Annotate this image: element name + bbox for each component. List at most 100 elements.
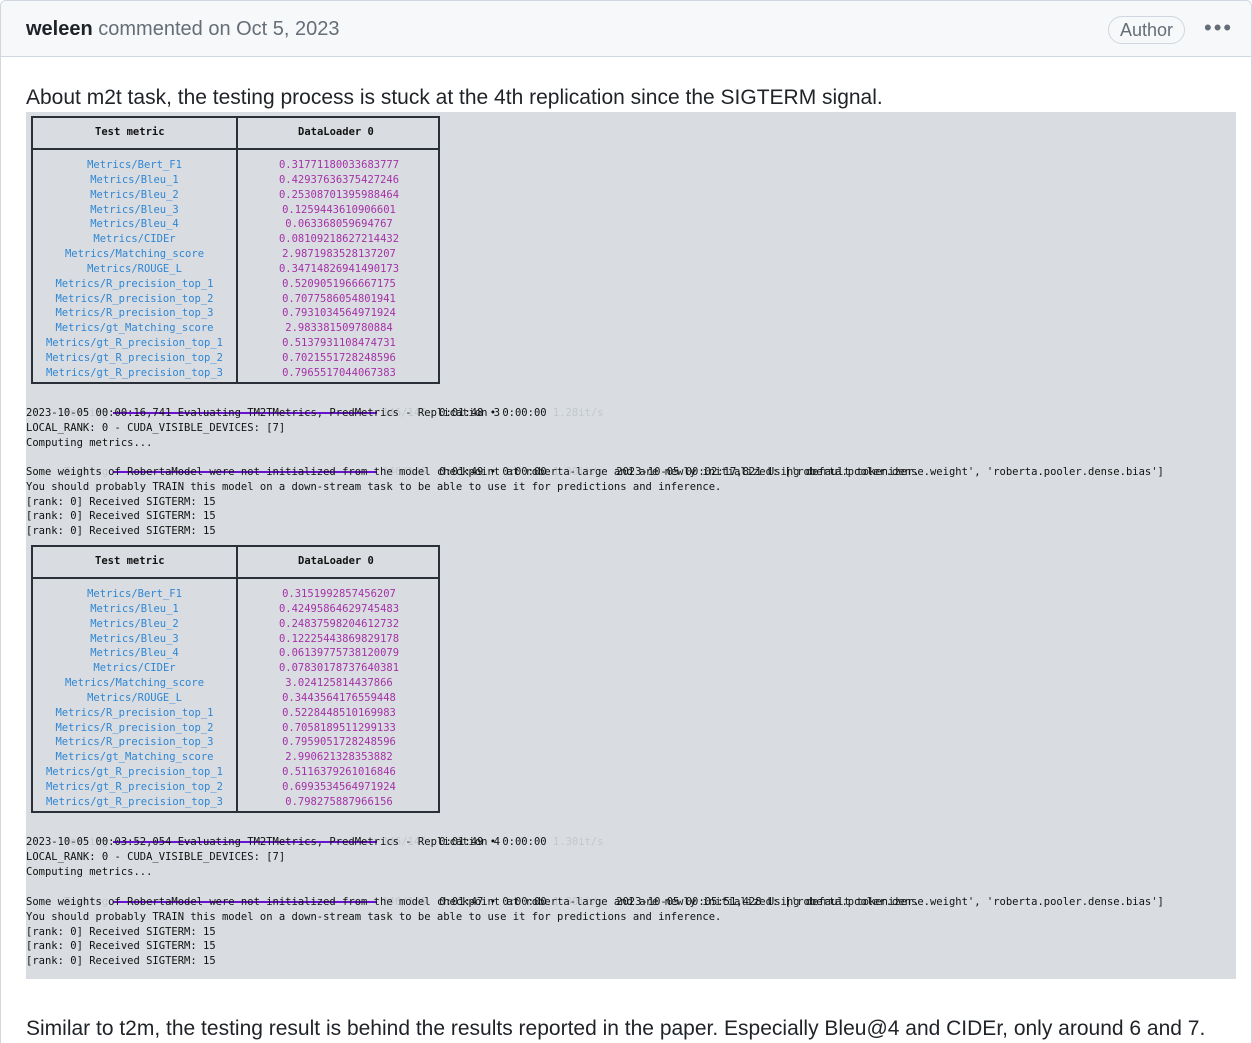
table-header: Test metric DataLoader 0	[33, 547, 438, 579]
comment-action: commented on	[98, 18, 231, 40]
log-lines: 2023-10-05 00:03:52,054 Evaluating TM2TM…	[26, 836, 501, 878]
table-row: Metrics/R_precision_top_3 0.7959051728248…	[33, 735, 438, 750]
table-row: Metrics/Bleu_4 0.063368059694767	[33, 217, 438, 232]
metric-name: Metrics/gt_R_precision_top_1	[45, 766, 223, 779]
metric-name: Metrics/R_precision_top_1	[55, 706, 214, 719]
metric-name: Metrics/gt_R_precision_top_3	[45, 795, 223, 808]
metric-value: 0.7077586054801941	[282, 292, 396, 305]
table-row: Metrics/gt_Matching_score 2.9833815097808…	[33, 321, 438, 336]
table-row: Metrics/Bleu_1 0.42495864629745483	[33, 602, 438, 617]
metric-value: 0.1259443610906601	[282, 203, 396, 216]
metric-name: Metrics/gt_Matching_score	[55, 322, 214, 335]
metrics-table-2: Test metric DataLoader 0 Metrics/Bert_F1…	[31, 545, 440, 813]
metric-value: 0.798275887966156	[285, 795, 393, 808]
metric-value: 0.12225443869829178	[278, 632, 400, 645]
metric-name: Metrics/Matching_score	[64, 248, 205, 261]
metric-value: 0.5228448510169983	[282, 706, 396, 719]
table-row: Metrics/gt_R_precision_top_2 0.6993534564…	[33, 780, 438, 795]
metric-value: 0.07830178737640381	[278, 662, 400, 675]
comment-meta: weleen commented on Oct 5, 2023	[26, 17, 340, 41]
col-header-dataloader: DataLoader 0	[298, 126, 374, 138]
metric-name: Metrics/Bert_F1	[87, 159, 182, 171]
metric-value: 0.5137931108474731	[282, 337, 396, 350]
metric-value: 2.990621328353882	[285, 751, 393, 764]
metric-name: Metrics/Bleu_3	[90, 203, 179, 216]
table-header: Test metric DataLoader 0	[33, 118, 438, 150]
table-row: Metrics/ROUGE_L 0.34714826941490173	[33, 262, 438, 277]
metric-name: Metrics/ROUGE_L	[87, 691, 182, 704]
metric-name: Metrics/Bleu_4	[90, 218, 179, 231]
metric-name: Metrics/CIDEr	[93, 233, 176, 246]
metric-name: Metrics/Bert_F1	[87, 588, 182, 600]
table-row: Metrics/CIDEr 0.08109218627214432	[33, 232, 438, 247]
metric-name: Metrics/Bleu_2	[90, 617, 179, 630]
table-row: Metrics/gt_Matching_score 2.9906213283538…	[33, 750, 438, 765]
metric-value: 2.983381509780884	[285, 322, 393, 335]
table-row: Metrics/gt_R_precision_top_3 0.7982758879…	[33, 795, 438, 810]
table-row: Metrics/Bert_F1 0.3151992857456207	[33, 587, 438, 602]
metric-value: 0.6993534564971924	[282, 780, 396, 793]
metric-value: 0.31771180033683777	[278, 159, 400, 171]
metric-name: Metrics/Bleu_3	[90, 632, 179, 645]
author-link[interactable]: weleen	[26, 18, 93, 40]
table-row: Metrics/Bleu_1 0.42937636375427246	[33, 173, 438, 188]
metric-value: 0.42495864629745483	[278, 602, 400, 615]
metric-value: 0.7058189511299133	[282, 721, 396, 734]
table-row: Metrics/Matching_score 2.9871983528137207	[33, 247, 438, 262]
metric-name: Metrics/CIDEr	[93, 662, 176, 675]
metric-name: Metrics/ROUGE_L	[87, 262, 182, 275]
metric-value: 0.08109218627214432	[278, 233, 400, 246]
table-row: Metrics/Bleu_2 0.24837598204612732	[33, 617, 438, 632]
table-row: Metrics/Matching_score 3.024125814437866	[33, 676, 438, 691]
table-row: Metrics/R_precision_top_1 0.5228448510169…	[33, 706, 438, 721]
metric-name: Metrics/Bleu_2	[90, 188, 179, 201]
progress-rate: 1.30it/s	[552, 835, 604, 848]
metric-name: Metrics/gt_R_precision_top_2	[45, 351, 223, 364]
metric-value: 0.06139775738120079	[278, 647, 400, 660]
author-badge: Author	[1108, 16, 1186, 44]
comment-intro-text: About m2t task, the testing process is s…	[26, 86, 883, 109]
metric-value: 0.7959051728248596	[282, 736, 396, 749]
metric-value: 0.42937636375427246	[278, 173, 400, 186]
table-row: Metrics/R_precision_top_2 0.7058189511299…	[33, 721, 438, 736]
metric-name: Metrics/Matching_score	[64, 677, 205, 690]
table-row: Metrics/gt_R_precision_top_1 0.5137931108…	[33, 336, 438, 351]
metric-value: 0.7965517044067383	[282, 366, 396, 379]
metric-name: Metrics/Bleu_1	[90, 602, 179, 615]
terminal-screenshot-image: Test metric DataLoader 0 Metrics/Bert_F1…	[26, 112, 1236, 979]
metric-value: 0.5209051966667175	[282, 277, 396, 290]
comment-outro-text: Similar to t2m, the testing result is be…	[26, 1017, 1206, 1040]
metric-name: Metrics/R_precision_top_2	[55, 292, 214, 305]
table-row: Metrics/gt_R_precision_top_1 0.5116379261…	[33, 765, 438, 780]
table-row: Metrics/Bleu_4 0.06139775738120079	[33, 646, 438, 661]
metric-value: 0.34714826941490173	[278, 262, 400, 275]
table-row: Metrics/R_precision_top_3 0.7931034564971…	[33, 306, 438, 321]
table-row: Metrics/Bleu_3 0.12225443869829178	[33, 632, 438, 647]
metric-name: Metrics/gt_R_precision_top_3	[45, 366, 223, 379]
table-row: Metrics/gt_R_precision_top_2 0.7021551728…	[33, 351, 438, 366]
metric-value: 2.9871983528137207	[282, 248, 396, 261]
metric-value: 0.5116379261016846	[282, 766, 396, 779]
metric-name: Metrics/R_precision_top_2	[55, 721, 214, 734]
table-row: Metrics/R_precision_top_2 0.7077586054801…	[33, 292, 438, 307]
metric-value: 0.3443564176559448	[282, 691, 396, 704]
log-lines: 2023-10-05 00:00:16,741 Evaluating TM2TM…	[26, 407, 501, 449]
metric-name: Metrics/gt_R_precision_top_2	[45, 780, 223, 793]
metric-name: Metrics/Bleu_4	[90, 647, 179, 660]
metrics-table-1: Test metric DataLoader 0 Metrics/Bert_F1…	[31, 116, 440, 384]
table-row: Metrics/Bleu_3 0.1259443610906601	[33, 203, 438, 218]
progress-rate: 1.28it/s	[552, 406, 604, 419]
metric-value: 0.7931034564971924	[282, 307, 396, 320]
col-header-metric: Test metric	[95, 555, 165, 567]
metric-name: Metrics/R_precision_top_3	[55, 307, 214, 320]
comment-header: weleen commented on Oct 5, 2023 Author •…	[1, 1, 1251, 57]
kebab-horizontal-icon[interactable]: •••	[1204, 15, 1233, 41]
metric-name: Metrics/R_precision_top_1	[55, 277, 214, 290]
comment-date-link[interactable]: Oct 5, 2023	[236, 18, 339, 40]
comment-card: weleen commented on Oct 5, 2023 Author •…	[0, 0, 1252, 1043]
metric-value: 0.25308701395988464	[278, 188, 400, 201]
table-row: Metrics/CIDEr 0.07830178737640381	[33, 661, 438, 676]
table-rows: Metrics/Bert_F1 0.3151992857456207 Metrics…	[33, 579, 438, 810]
metric-value: 0.7021551728248596	[282, 351, 396, 364]
table-row: Metrics/gt_R_precision_top_3 0.7965517044…	[33, 366, 438, 381]
